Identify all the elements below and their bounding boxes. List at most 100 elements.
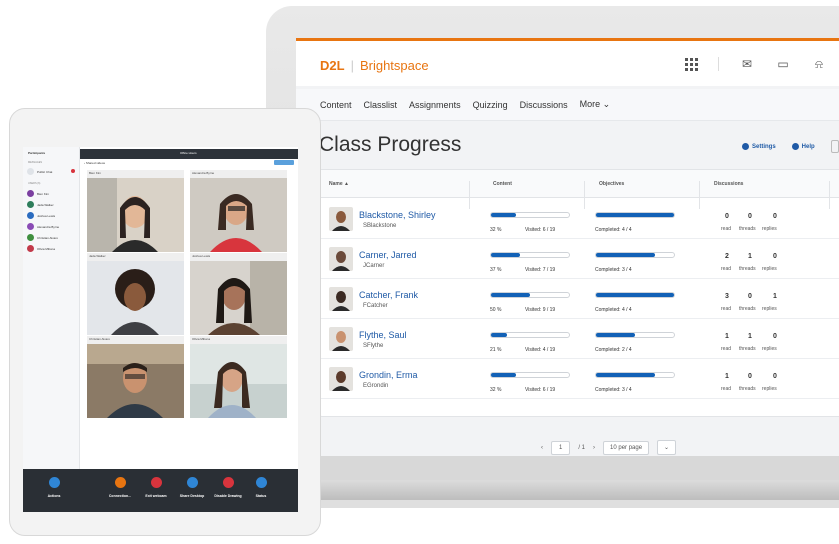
discussions-replies-count: 0 [773, 253, 777, 260]
column-header-name[interactable]: Name ▲ [329, 181, 349, 187]
laptop-base [255, 480, 839, 500]
shared-videos-back[interactable]: ‹ Shared videos [84, 161, 105, 165]
nav-item-content[interactable]: Content [320, 100, 352, 110]
chevron-down-icon: ⌄ [602, 99, 611, 109]
discussions-replies-count: 1 [773, 293, 777, 300]
user-item[interactable]: Christian Alvaro [27, 233, 77, 243]
mail-icon[interactable]: ✉ [739, 57, 755, 71]
apps-grid-icon[interactable] [685, 57, 698, 71]
table-header: Name ▲ Content Objectives Discussions [319, 170, 839, 209]
user-item[interactable]: Bien Kim [27, 189, 77, 199]
header-divider [718, 57, 719, 71]
video-tile[interactable]: Jada Walker [87, 253, 184, 335]
avatar [27, 201, 34, 208]
nav-item-assignments[interactable]: Assignments [409, 100, 461, 110]
nav-item-quizzing[interactable]: Quizzing [473, 100, 508, 110]
user-item[interactable]: Alexandra Byrne [27, 222, 77, 232]
content-progress-fill [491, 253, 520, 257]
brand-logo[interactable]: D2L | Brightspace [320, 58, 429, 73]
threads-label: threads [739, 346, 756, 352]
bell-icon[interactable]: ⍾ [811, 57, 827, 71]
tablet-screen: Participants MESSAGES Public Chat USERS … [23, 147, 298, 512]
content-visited: Visited: 6 / 19 [525, 387, 556, 393]
help-button[interactable]: Help [791, 142, 815, 150]
discussions-replies-count: 0 [773, 373, 777, 380]
chat-icon[interactable]: ▭ [775, 57, 791, 71]
student-name-link[interactable]: Flythe, Saul [359, 330, 407, 340]
public-chat-item[interactable]: Public Chat [27, 167, 77, 177]
content-percent: 21 % [490, 347, 502, 353]
video-tile[interactable]: Bien Kim [87, 170, 184, 252]
prev-page-button[interactable]: ‹ [541, 445, 543, 451]
threads-label: threads [739, 386, 756, 392]
action-label: Status [255, 494, 267, 498]
app-header: D2L | Brightspace ✉ ▭ ⍾ [296, 38, 839, 86]
user-item[interactable]: Jada Walker [27, 200, 77, 210]
discussions-threads-count: 0 [748, 293, 752, 300]
more-options-button[interactable] [830, 140, 839, 153]
nav-item-discussions[interactable]: Discussions [520, 100, 568, 110]
student-name-link[interactable]: Catcher, Frank [359, 290, 418, 300]
objectives-progress-fill [596, 253, 655, 257]
video-tile[interactable]: Joshua Lewis [190, 253, 287, 335]
exit-webcam-button[interactable]: Exit webcam [136, 477, 176, 498]
action-label: Actions [47, 494, 61, 498]
discussions-read-count: 2 [725, 253, 729, 260]
actions-button[interactable]: Actions [34, 477, 74, 498]
tile-name: Jada Walker [89, 254, 106, 258]
per-page-select[interactable]: 10 per page [603, 440, 650, 455]
video-tile[interactable]: Christian Alvaro [87, 336, 184, 418]
settings-button[interactable]: Settings [742, 142, 776, 150]
brand-separator: | [350, 58, 354, 73]
table-row: Flythe, Saul SFlythe 21 % Visited: 4 / 19 Co… [319, 319, 839, 359]
header-icons: ✉ ▭ ⍾ [685, 57, 839, 71]
student-username: FCatcher [363, 303, 388, 309]
help-icon [791, 142, 799, 150]
table-row: Catcher, Frank FCatcher 50 % Visited: 9 / 1… [319, 279, 839, 319]
participant-video [87, 261, 184, 335]
chevron-down-icon[interactable]: ⌄ [657, 440, 677, 455]
replies-label: replies [762, 346, 777, 352]
avatar [329, 327, 353, 351]
student-name-link[interactable]: Grondin, Erma [359, 370, 418, 380]
next-page-button[interactable]: › [593, 445, 595, 451]
share-desktop-button[interactable]: Share Desktop [172, 477, 212, 498]
objectives-completed: Completed: 2 / 4 [595, 347, 632, 353]
unread-badge [71, 169, 75, 173]
page-number-input[interactable]: 1 [551, 440, 571, 455]
content-percent: 32 % [490, 227, 502, 233]
action-label: Share Desktop [179, 494, 205, 498]
read-label: read [721, 266, 732, 272]
participant-video [87, 344, 184, 418]
read-label: read [721, 346, 732, 352]
read-label: read [721, 306, 732, 312]
discussions-threads-count: 1 [748, 333, 752, 340]
nav-item-classlist[interactable]: Classlist [364, 100, 398, 110]
avatar [329, 367, 353, 391]
user-item[interactable]: Olivia Miltona [27, 244, 77, 254]
public-chat-label: Public Chat [37, 170, 53, 174]
connection-icon [114, 477, 126, 488]
user-item[interactable]: Joshua Lewis [27, 211, 77, 221]
video-options-button[interactable] [274, 160, 294, 165]
tile-name: Joshua Lewis [192, 254, 211, 258]
discussions-read-count: 0 [725, 213, 729, 220]
student-name-link[interactable]: Carner, Jarred [359, 250, 417, 260]
connection-button[interactable]: Connection... [100, 477, 140, 498]
discussions-replies-count: 0 [773, 213, 777, 220]
user-name: Joshua Lewis [37, 214, 56, 218]
content-progress-bar [490, 332, 570, 338]
content-percent: 32 % [490, 387, 502, 393]
pencil-icon [222, 477, 234, 488]
objectives-progress-fill [596, 373, 655, 377]
action-label: Connection... [108, 494, 132, 498]
objectives-progress-bar [595, 292, 675, 298]
avatar [27, 190, 34, 197]
nav-item-more[interactable]: More ⌄ [580, 99, 611, 110]
video-tile[interactable]: Alexandra Byrne [190, 170, 287, 252]
status-button[interactable]: Status [241, 477, 281, 498]
video-tile[interactable]: Olivia Miltona [190, 336, 287, 418]
discussions-threads-count: 1 [748, 253, 752, 260]
table-row: Grondin, Erma EGrondin 32 % Visited: 6 / 19… [319, 359, 839, 399]
student-name-link[interactable]: Blackstone, Shirley [359, 210, 436, 220]
